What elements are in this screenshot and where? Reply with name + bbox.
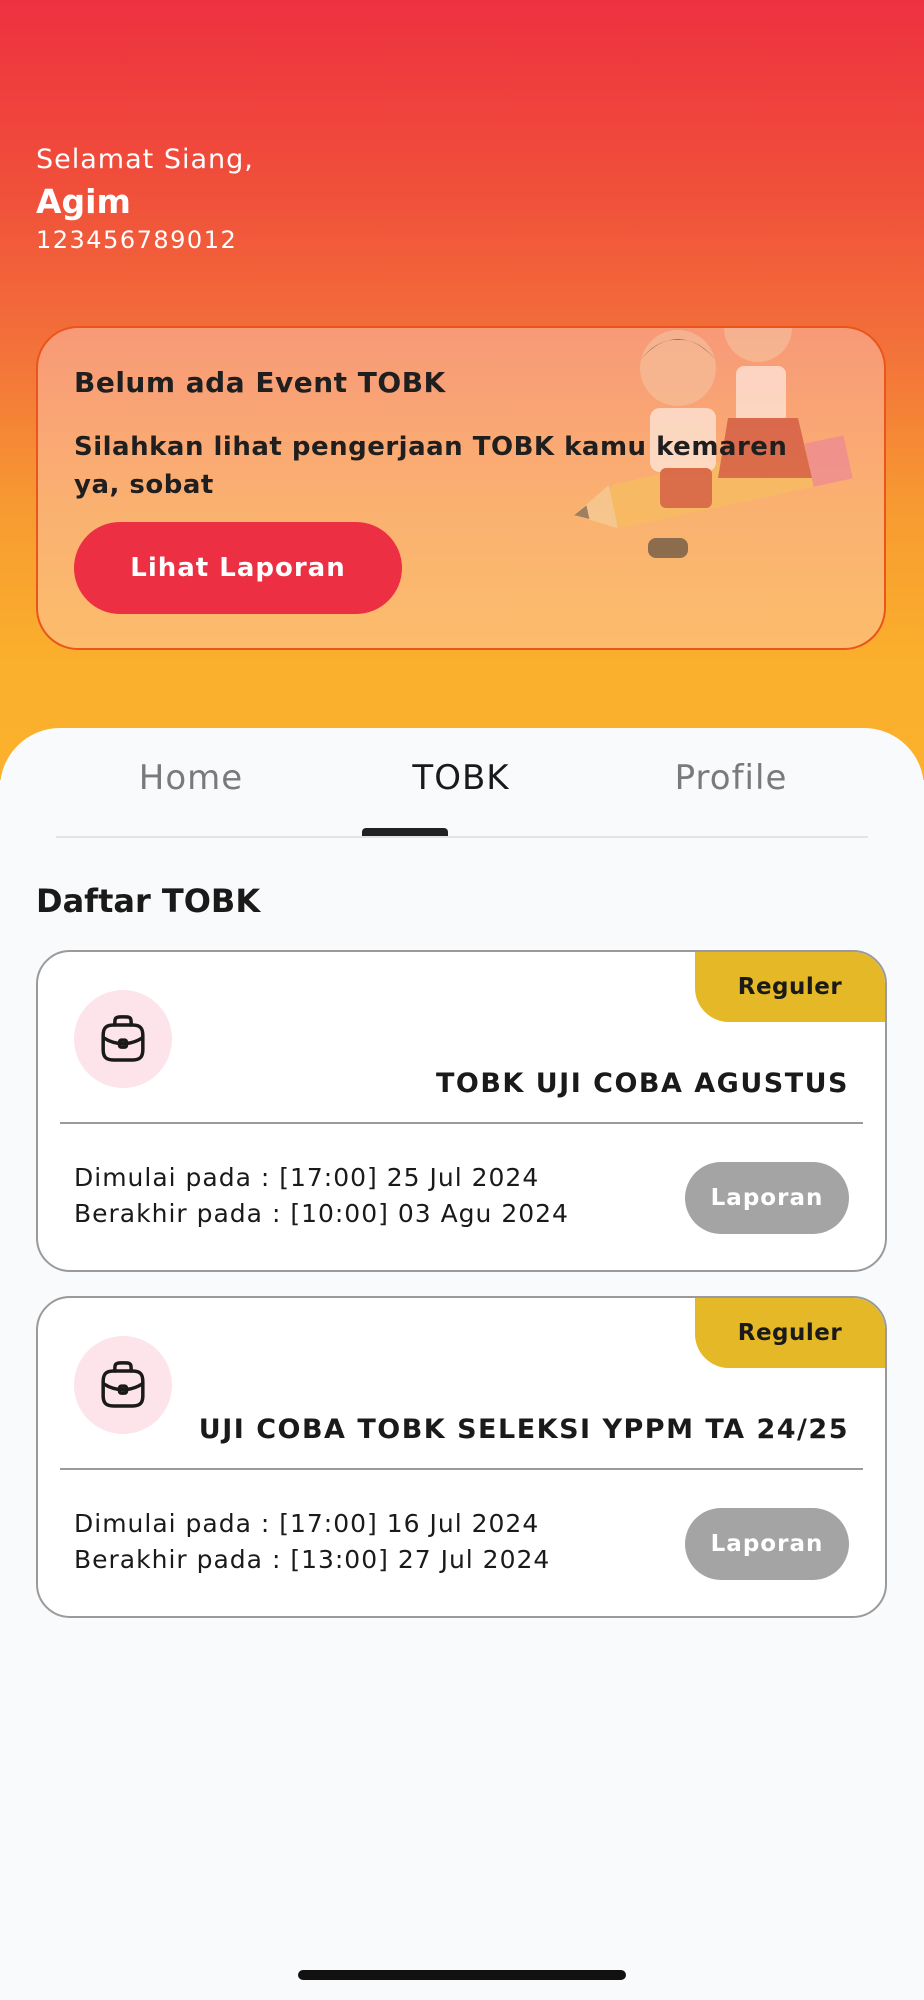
- end-date: Berakhir pada : [13:00] 27 Jul 2024: [74, 1545, 551, 1574]
- divider: [60, 1468, 863, 1470]
- briefcase-icon: [74, 990, 172, 1088]
- tobk-title: UJI COBA TOBK SELEKSI YPPM TA 24/25: [198, 1414, 849, 1445]
- end-date: Berakhir pada : [10:00] 03 Agu 2024: [74, 1199, 569, 1228]
- start-date: Dimulai pada : [17:00] 25 Jul 2024: [74, 1163, 540, 1192]
- report-button[interactable]: Laporan: [685, 1162, 849, 1234]
- tab-home[interactable]: Home: [91, 758, 291, 798]
- tab-tobk[interactable]: TOBK: [361, 758, 561, 798]
- tab-profile[interactable]: Profile: [631, 758, 831, 798]
- view-report-button[interactable]: Lihat Laporan: [74, 522, 402, 614]
- home-indicator[interactable]: [298, 1970, 626, 1980]
- user-name: Agim: [36, 182, 131, 221]
- active-tab-indicator: [362, 828, 448, 836]
- event-banner: Belum ada Event TOBK Silahkan lihat peng…: [36, 326, 886, 650]
- category-badge: Reguler: [695, 1298, 885, 1368]
- tobk-schedule: Dimulai pada : [17:00] 16 Jul 2024 Berak…: [74, 1506, 550, 1578]
- tobk-card[interactable]: Reguler UJI COBA TOBK SELEKSI YPPM TA 24…: [36, 1296, 887, 1618]
- briefcase-icon: [74, 1336, 172, 1434]
- section-title: Daftar TOBK: [36, 882, 261, 920]
- user-id: 123456789012: [36, 226, 238, 254]
- header-gradient: Selamat Siang, Agim 123456789012 Belum a…: [0, 0, 924, 780]
- tab-bar: Home TOBK Profile: [56, 728, 868, 838]
- tobk-title: TOBK UJI COBA AGUSTUS: [435, 1068, 849, 1099]
- content-sheet: Home TOBK Profile Daftar TOBK Reguler TO…: [0, 728, 924, 2000]
- start-date: Dimulai pada : [17:00] 16 Jul 2024: [74, 1509, 540, 1538]
- tobk-card[interactable]: Reguler TOBK UJI COBA AGUSTUS Dimulai pa…: [36, 950, 887, 1272]
- greeting-text: Selamat Siang,: [36, 144, 254, 175]
- report-button[interactable]: Laporan: [685, 1508, 849, 1580]
- category-badge: Reguler: [695, 952, 885, 1022]
- event-banner-title: Belum ada Event TOBK: [74, 366, 446, 399]
- tobk-schedule: Dimulai pada : [17:00] 25 Jul 2024 Berak…: [74, 1160, 569, 1232]
- divider: [60, 1122, 863, 1124]
- event-banner-message: Silahkan lihat pengerjaan TOBK kamu kema…: [74, 432, 788, 500]
